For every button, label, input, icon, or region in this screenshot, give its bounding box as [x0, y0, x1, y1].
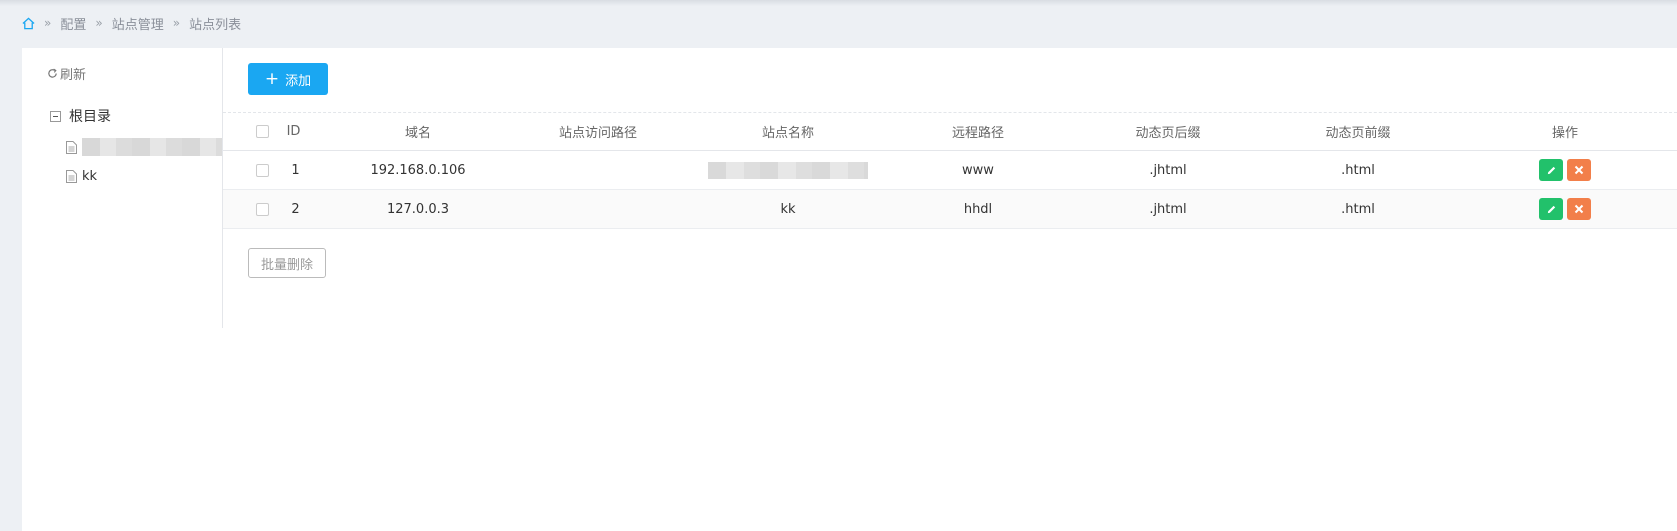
cell-remote-path: www [883, 150, 1073, 190]
column-header-remote-path: 远程路径 [883, 112, 1073, 151]
site-list-content: + 添加 ID 域名 站点访问路径 站点名称 远程路径 动态页后缀 动态页前缀 … [223, 48, 1677, 328]
column-header-site-name: 站点名称 [693, 112, 883, 151]
edit-button[interactable] [1539, 198, 1563, 220]
column-header-actions: 操作 [1453, 112, 1677, 151]
plus-icon: + [264, 68, 280, 89]
refresh-button[interactable]: 刷新 [47, 64, 86, 83]
tree-leaf-redacted[interactable] [66, 138, 222, 156]
cell-access-path [503, 150, 693, 190]
cell-access-path [503, 189, 693, 229]
tree-root-node[interactable]: 根目录 [50, 106, 111, 126]
pencil-icon [1547, 205, 1555, 213]
row-checkbox[interactable] [256, 163, 270, 177]
cell-remote-path: hhdl [883, 189, 1073, 229]
column-header-access-path: 站点访问路径 [503, 112, 693, 151]
cell-id: 1 [291, 162, 300, 178]
breadcrumb-item-config[interactable]: 配置 [60, 14, 86, 33]
close-icon [1574, 204, 1584, 214]
cell-domain: 192.168.0.106 [333, 150, 503, 190]
cell-dynamic-suffix: .jhtml [1073, 150, 1263, 190]
cell-actions [1453, 150, 1677, 190]
pencil-icon [1547, 166, 1555, 174]
column-header-dynamic-prefix: 动态页前缀 [1263, 112, 1453, 151]
delete-button[interactable] [1567, 159, 1591, 181]
breadcrumb-item-site-list: 站点列表 [189, 17, 242, 33]
column-header-dynamic-suffix: 动态页后缀 [1073, 112, 1263, 151]
cell-domain: 127.0.0.3 [333, 189, 503, 229]
top-shadow [0, 0, 1677, 6]
batch-delete-button[interactable]: 批量删除 [248, 248, 326, 278]
home-icon[interactable] [22, 17, 35, 30]
row-select-cell: 2 [223, 189, 333, 229]
select-all-checkbox[interactable] [255, 124, 269, 138]
cell-dynamic-prefix: .html [1263, 189, 1453, 229]
redacted-site-name [82, 138, 222, 156]
cell-dynamic-suffix: .jhtml [1073, 189, 1263, 229]
breadcrumb-separator: » [44, 16, 52, 30]
tree-leaf-kk[interactable]: kk [66, 169, 97, 184]
column-header-domain: 域名 [333, 112, 503, 151]
collapse-icon[interactable] [50, 110, 61, 122]
cell-site-name: kk [693, 189, 883, 229]
redacted-site-name [708, 161, 868, 179]
breadcrumb-separator: » [95, 16, 103, 30]
row-checkbox[interactable] [256, 202, 270, 216]
refresh-label: 刷新 [60, 68, 87, 83]
breadcrumb: » 配置 » 站点管理 » 站点列表 [22, 12, 241, 34]
panel-lower-area [22, 328, 1677, 531]
edit-button[interactable] [1539, 159, 1563, 181]
breadcrumb-item-site-management[interactable]: 站点管理 [112, 14, 164, 33]
tree-root-label: 根目录 [69, 109, 111, 125]
cell-id: 2 [291, 201, 300, 217]
cell-site-name [693, 150, 883, 190]
site-table: ID 域名 站点访问路径 站点名称 远程路径 动态页后缀 动态页前缀 操作 1 … [223, 112, 1677, 229]
document-icon [66, 140, 77, 154]
close-icon [1574, 165, 1584, 175]
table-row: 1 192.168.0.106 www .jhtml .html [223, 150, 1677, 190]
cell-actions [1453, 189, 1677, 229]
table-header-row: ID 域名 站点访问路径 站点名称 远程路径 动态页后缀 动态页前缀 操作 [223, 112, 1677, 151]
add-button[interactable]: + 添加 [248, 63, 328, 95]
site-tree-sidebar: 刷新 根目录 kk [22, 48, 223, 328]
row-select-cell: 1 [223, 150, 333, 190]
column-header-id: ID [286, 123, 301, 139]
refresh-icon [48, 68, 57, 78]
cell-dynamic-prefix: .html [1263, 150, 1453, 190]
delete-button[interactable] [1567, 198, 1591, 220]
document-icon [66, 170, 77, 183]
main-panel: 刷新 根目录 kk + 添加 ID 域名 站点访问路径 站点名称 远程路径 动态… [22, 48, 1677, 531]
table-row: 2 127.0.0.3 kk hhdl .jhtml .html [223, 189, 1677, 229]
tree-leaf-label: kk [82, 169, 98, 184]
header-select-all[interactable]: ID [223, 112, 333, 151]
breadcrumb-separator: » [172, 16, 181, 30]
add-button-label: 添加 [285, 73, 312, 89]
